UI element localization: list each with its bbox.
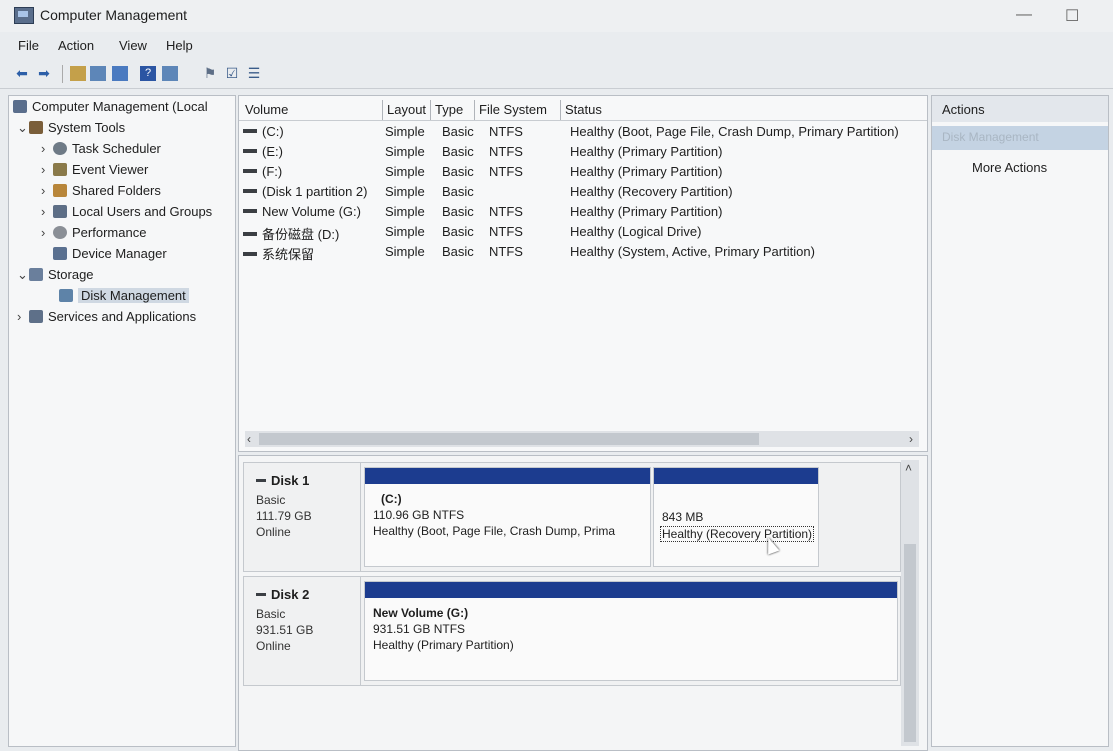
disk-info[interactable]: Disk 1 Basic 111.79 GB Online	[244, 463, 361, 571]
show-action-pane-icon[interactable]	[162, 66, 178, 81]
users-icon	[53, 205, 67, 218]
menu-help[interactable]: Help	[166, 38, 193, 53]
maximize-button[interactable]: ☐	[1065, 6, 1079, 26]
chevron-right-icon[interactable]: ›	[41, 183, 53, 198]
chevron-right-icon[interactable]: ›	[41, 141, 53, 156]
header-divider	[239, 120, 927, 121]
toolbar-separator	[62, 65, 63, 83]
partition-bar	[365, 468, 650, 484]
device-manager-icon	[53, 247, 67, 260]
partition-recovery[interactable]: 843 MB Healthy (Recovery Partition)	[653, 467, 819, 567]
partition-bar	[365, 582, 897, 598]
help-icon[interactable]: ?	[140, 66, 156, 81]
vertical-scrollbar[interactable]: ˄	[901, 460, 919, 746]
disk-management-icon	[59, 289, 73, 302]
computer-management-icon	[14, 7, 34, 24]
tree-item-task-scheduler[interactable]: › Task Scheduler	[41, 141, 161, 161]
services-icon	[29, 310, 43, 323]
partition-g[interactable]: New Volume (G:) 931.51 GB NTFS Healthy (…	[364, 581, 898, 681]
disk-icon	[256, 479, 266, 482]
actions-header: Actions	[932, 96, 1108, 122]
column-header-volume[interactable]: Volume	[241, 100, 383, 120]
checklist-icon[interactable]: ☑	[224, 66, 240, 81]
tree-item-device-manager[interactable]: Device Manager	[53, 246, 167, 266]
menu-view[interactable]: View	[119, 38, 147, 53]
folder-icon	[53, 184, 67, 197]
actions-pane: Actions Disk Management More Actions	[931, 95, 1109, 747]
menu-file[interactable]: File	[18, 38, 39, 53]
computer-management-icon	[13, 100, 27, 113]
scroll-left-icon[interactable]: ‹	[247, 431, 251, 447]
performance-icon	[53, 226, 67, 239]
column-header-type[interactable]: Type	[431, 100, 475, 120]
properties-icon[interactable]	[112, 66, 128, 81]
system-tools-icon	[29, 121, 43, 134]
tree-item-event-viewer[interactable]: › Event Viewer	[41, 162, 148, 182]
volume-icon	[243, 252, 257, 256]
partition-c[interactable]: (C:) 110.96 GB NTFS Healthy (Boot, Page …	[364, 467, 651, 567]
tree-item-system-tools[interactable]: ⌄ System Tools	[17, 120, 125, 140]
connect-icon[interactable]: ⚑	[202, 66, 218, 81]
disk-view: Disk 1 Basic 111.79 GB Online (C:) 110.9…	[238, 455, 928, 751]
window-title: Computer Management	[40, 7, 188, 23]
disk-icon	[256, 593, 266, 596]
menu-action[interactable]: Action	[58, 38, 94, 53]
horizontal-scrollbar[interactable]: ‹ ›	[245, 431, 919, 447]
volume-icon	[243, 232, 257, 236]
disk-row[interactable]: Disk 1 Basic 111.79 GB Online (C:) 110.9…	[243, 462, 901, 572]
chevron-right-icon[interactable]: ›	[41, 204, 53, 219]
column-header-status[interactable]: Status	[561, 100, 917, 120]
tree-item-performance[interactable]: › Performance	[41, 225, 146, 245]
back-arrow-icon[interactable]: ⬅	[14, 66, 30, 81]
column-header-layout[interactable]: Layout	[383, 100, 431, 120]
chevron-right-icon[interactable]: ›	[41, 162, 53, 177]
disk-info[interactable]: Disk 2 Basic 931.51 GB Online	[244, 577, 361, 685]
chevron-down-icon[interactable]: ⌄	[17, 120, 29, 136]
scroll-right-icon[interactable]: ›	[909, 431, 913, 447]
show-hide-tree-icon[interactable]	[90, 66, 106, 81]
title-bar: Computer Management — ☐	[0, 0, 1113, 32]
column-header-file-system[interactable]: File System	[475, 100, 561, 120]
volume-list: Volume Layout Type File System Status (C…	[238, 95, 928, 452]
volume-icon	[243, 209, 257, 213]
up-folder-icon[interactable]	[70, 66, 86, 81]
console-tree: Computer Management (Local ⌄ System Tools…	[8, 95, 236, 747]
tree-item-computer-management[interactable]: Computer Management (Local	[13, 99, 208, 119]
disk-row[interactable]: Disk 2 Basic 931.51 GB Online New Volume…	[243, 576, 901, 686]
scrollbar-thumb[interactable]	[904, 544, 916, 742]
tree-item-disk-management[interactable]: Disk Management	[59, 288, 189, 308]
chevron-right-icon[interactable]: ›	[17, 309, 29, 324]
more-actions-link[interactable]: More Actions	[972, 160, 1047, 175]
actions-section-disk-management[interactable]: Disk Management	[932, 126, 1108, 150]
volume-icon	[243, 189, 257, 193]
tree-item-shared-folders[interactable]: › Shared Folders	[41, 183, 161, 203]
toolbar: ⬅ ➡ ? ⚑ ☑ ☰	[0, 60, 1113, 89]
list-view-icon[interactable]: ☰	[246, 66, 262, 81]
menu-bar: File Action View Help	[0, 34, 1113, 58]
volume-icon	[243, 169, 257, 173]
volume-icon	[243, 149, 257, 153]
chevron-down-icon[interactable]: ⌄	[17, 267, 29, 283]
tree-item-local-users-and-groups[interactable]: › Local Users and Groups	[41, 204, 212, 224]
scroll-up-icon[interactable]: ˄	[905, 460, 912, 476]
tree-item-services-and-applications[interactable]: › Services and Applications	[17, 309, 196, 329]
tree-item-storage[interactable]: ⌄ Storage	[17, 267, 94, 287]
event-viewer-icon	[53, 163, 67, 176]
partition-bar	[654, 468, 818, 484]
chevron-right-icon[interactable]: ›	[41, 225, 53, 240]
volume-icon	[243, 129, 257, 133]
forward-arrow-icon[interactable]: ➡	[36, 66, 52, 81]
minimize-button[interactable]: —	[1016, 6, 1032, 24]
scrollbar-thumb[interactable]	[259, 433, 759, 445]
clock-icon	[53, 142, 67, 155]
storage-icon	[29, 268, 43, 281]
